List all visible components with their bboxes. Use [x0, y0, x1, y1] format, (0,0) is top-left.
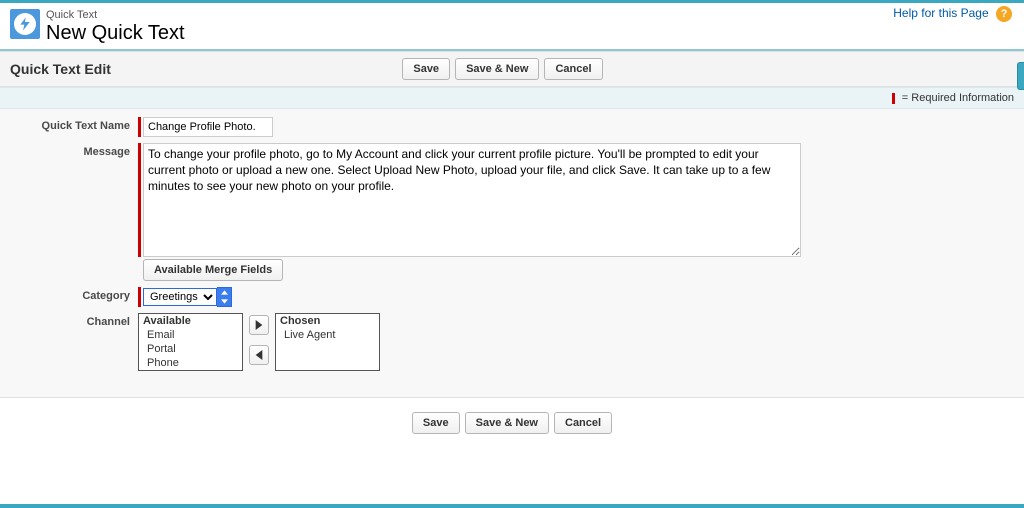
- save-and-new-button[interactable]: Save & New: [455, 58, 539, 80]
- label-category: Category: [10, 287, 138, 302]
- message-textarea[interactable]: To change your profile photo, go to My A…: [143, 143, 801, 257]
- side-tab-handle[interactable]: [1017, 62, 1024, 90]
- section-heading: Quick Text Edit: [10, 61, 111, 77]
- category-select[interactable]: Greetings: [143, 288, 217, 306]
- save-button[interactable]: Save: [412, 412, 460, 434]
- list-item[interactable]: Portal: [139, 342, 242, 356]
- list-item[interactable]: Live Agent: [276, 328, 379, 342]
- cancel-button[interactable]: Cancel: [544, 58, 602, 80]
- bottom-accent-bar: [0, 504, 1024, 508]
- row-name: Quick Text Name: [10, 117, 1014, 137]
- header-titles: Quick Text New Quick Text: [46, 9, 185, 45]
- required-marker-icon: [892, 93, 895, 104]
- form-body: Quick Text Name Message To change your p…: [0, 109, 1024, 398]
- move-left-button[interactable]: [249, 345, 269, 365]
- move-right-button[interactable]: [249, 315, 269, 335]
- required-marker-icon: [138, 117, 141, 137]
- page-root: Quick Text New Quick Text Help for this …: [0, 0, 1024, 508]
- select-stepper-icon[interactable]: [217, 287, 232, 307]
- help-icon: ?: [996, 6, 1012, 22]
- quick-text-icon: [10, 9, 40, 39]
- breadcrumb: Quick Text: [46, 9, 185, 21]
- required-info-bar: = Required Information: [0, 87, 1024, 109]
- required-marker-icon: [138, 143, 141, 257]
- row-category: Category Greetings: [10, 287, 1014, 307]
- channel-duel-list: Available Email Portal Phone Chosen Live…: [138, 313, 380, 371]
- label-channel: Channel: [10, 313, 138, 328]
- section-header: Quick Text Edit Save Save & New Cancel: [0, 51, 1024, 87]
- quick-text-name-input[interactable]: [143, 117, 273, 137]
- save-and-new-button[interactable]: Save & New: [465, 412, 549, 434]
- chosen-listbox[interactable]: Chosen Live Agent: [275, 313, 380, 371]
- mover-buttons: [249, 313, 269, 371]
- bottom-button-row: Save Save & New Cancel: [0, 398, 1024, 452]
- available-merge-fields-button[interactable]: Available Merge Fields: [143, 259, 283, 281]
- chosen-heading: Chosen: [276, 314, 379, 328]
- page-title: New Quick Text: [46, 22, 185, 45]
- page-header: Quick Text New Quick Text Help for this …: [0, 3, 1024, 47]
- row-message: Message To change your profile photo, go…: [10, 143, 1014, 281]
- label-message: Message: [10, 143, 138, 158]
- help-link-label: Help for this Page: [893, 6, 988, 20]
- required-legend-text: = Required Information: [902, 92, 1014, 104]
- available-heading: Available: [139, 314, 242, 328]
- top-button-row: Save Save & New Cancel: [111, 58, 894, 80]
- cancel-button[interactable]: Cancel: [554, 412, 612, 434]
- label-name: Quick Text Name: [10, 117, 138, 132]
- row-channel: Channel Available Email Portal Phone Cho…: [10, 313, 1014, 371]
- save-button[interactable]: Save: [402, 58, 450, 80]
- available-listbox[interactable]: Available Email Portal Phone: [138, 313, 243, 371]
- required-marker-icon: [138, 287, 141, 307]
- help-link[interactable]: Help for this Page ?: [893, 6, 1012, 22]
- list-item[interactable]: Phone: [139, 356, 242, 370]
- list-item[interactable]: Email: [139, 328, 242, 342]
